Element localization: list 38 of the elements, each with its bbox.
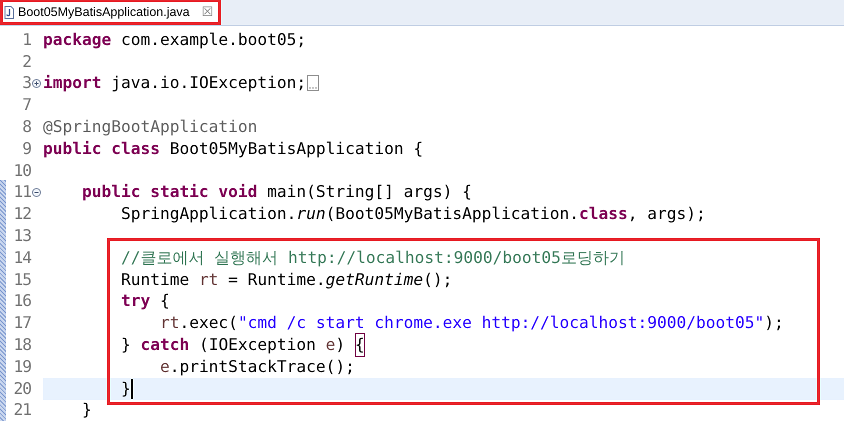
java-file-icon (4, 6, 14, 18)
code-line: public static void main(String[] args) { (80, 181, 472, 204)
code-line: e.printStackTrace(); (158, 356, 355, 378)
line-number: 15 (12, 268, 31, 291)
line-number: 11 (12, 181, 31, 204)
code-line: } (80, 399, 92, 421)
folded-code-marker-icon[interactable] (307, 75, 320, 92)
line-number: 9 (21, 138, 31, 160)
line-number: 1 (21, 28, 31, 51)
line-number: 2 (21, 50, 31, 73)
line-number: 18 (12, 334, 31, 356)
code-line: } (120, 378, 131, 400)
line-number: 10 (12, 160, 31, 182)
line-number: 14 (12, 246, 31, 269)
line-number: 19 (12, 356, 31, 378)
line-number: 13 (12, 224, 31, 247)
code-line: //클로에서 실행해서 http://localhost:9000/boot05로딩하기 (120, 246, 625, 269)
line-number: 21 (12, 399, 31, 421)
code-line: import java.io.IOException; (43, 72, 306, 94)
collapse-fold-icon[interactable] (32, 188, 41, 197)
expand-fold-icon[interactable] (32, 78, 41, 88)
code-line: @SpringBootApplication (43, 116, 258, 138)
code-line: rt.exec("cmd /c start chrome.exe http://localhost:9000/boot05"); (158, 312, 784, 334)
line-number: 17 (12, 312, 31, 334)
line-number: 7 (21, 94, 31, 116)
line-number: 12 (12, 203, 31, 226)
code-line: SpringApplication.run(Boot05MyBatisApplication.class, args); (120, 203, 706, 226)
code-line: public class Boot05MyBatisApplication { (43, 138, 424, 160)
code-line: package com.example.boot05; (43, 28, 306, 51)
code-line: } catch (IOException e) { (43, 332, 365, 358)
editor-tab[interactable]: Boot05MyBatisApplication.java ☒ (0, 0, 222, 25)
code-line: try { (120, 290, 170, 312)
tab-title: Boot05MyBatisApplication.java (18, 4, 190, 21)
line-number: 20 (12, 378, 31, 400)
code-line: Runtime rt = Runtime.getRuntime(); (120, 268, 452, 291)
line-number: 8 (21, 116, 31, 138)
line-number: 3 (21, 72, 31, 94)
line-number: 16 (12, 290, 31, 312)
